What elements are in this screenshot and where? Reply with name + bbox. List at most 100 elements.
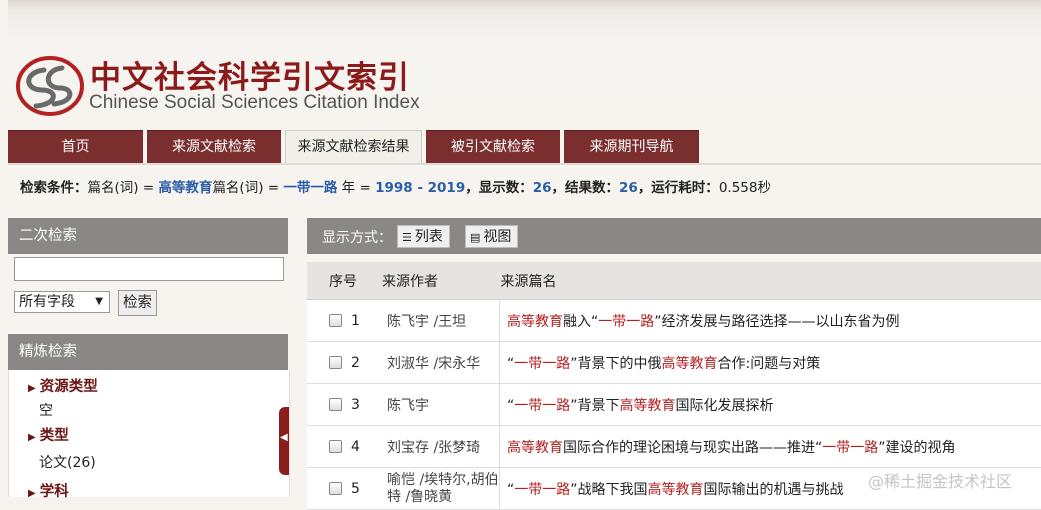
tab-source-results[interactable]: 来源文献检索结果 (285, 130, 422, 164)
grid-view-label: 视图 (483, 229, 511, 245)
table-header-row: 序号 来源作者 来源篇名 (307, 262, 1041, 300)
view-mode-bar: 显示方式： ☰列表 ▤视图 (307, 218, 1041, 254)
tab-cited-search[interactable]: 被引文献检索 (426, 130, 560, 164)
row-number: 4 (351, 439, 360, 455)
nav-underline (8, 163, 1041, 165)
runtime-label: ，运行耗时： (638, 180, 719, 196)
row-seq-cell: 2 (307, 342, 367, 384)
title-keyword: 一带一路 (822, 440, 878, 456)
table-row: 4 刘宝存 /张梦琦高等教育国际合作的理论困境与现实出路——推进“一带一路”建设的… (307, 426, 1041, 468)
row-title-link[interactable]: “一带一路”背景下高等教育国际化发展探析 (500, 384, 1041, 426)
title-text: 合作:问题与对策 (718, 356, 821, 372)
facet-label: 类型 (40, 428, 69, 444)
chevron-down-icon: ▼ (95, 292, 103, 312)
title-keyword: 高等教育 (662, 356, 718, 372)
view-mode-label: 显示方式： (322, 227, 392, 247)
row-author[interactable]: 刘宝存 /张梦琦 (367, 426, 500, 468)
table-row: 1陈飞宇 /王坦高等教育融入“一带一路”经济发展与路径选择——以山东省为例 (307, 300, 1041, 342)
title-keyword: 高等教育 (507, 440, 563, 456)
grid-view-button[interactable]: ▤视图 (465, 225, 518, 248)
row-number: 5 (351, 481, 360, 497)
row-author[interactable]: 陈飞宇 (367, 384, 500, 426)
row-checkbox[interactable] (329, 356, 342, 369)
tab-home[interactable]: 首页 (8, 130, 143, 164)
secondary-search-input[interactable] (14, 257, 284, 281)
title-text: 融入“ (563, 314, 598, 330)
conditions-field-1: 篇名(词) = (88, 180, 159, 196)
main-nav: 首页 来源文献检索 来源文献检索结果 被引文献检索 来源期刊导航 (8, 130, 703, 163)
row-author[interactable]: 陈飞宇 /王坦 (367, 300, 500, 342)
conditions-years: 1998 - 2019 (375, 180, 465, 196)
facet-discipline[interactable]: ▶ 学科 (28, 480, 69, 501)
panel-collapse-handle[interactable]: ◀ (279, 407, 289, 475)
field-select[interactable]: 所有字段 ▼ (14, 291, 110, 313)
conditions-keyword-2: 一带一路 (283, 180, 337, 196)
header-seq: 序号 (307, 262, 367, 300)
secondary-search-header: 二次检索 (8, 218, 288, 254)
row-checkbox[interactable] (329, 482, 342, 495)
title-text: 国际输出的机遇与挑战 (704, 482, 844, 498)
row-number: 3 (351, 397, 360, 413)
title-keyword: 一带一路 (598, 314, 654, 330)
conditions-year-label: 年 = (337, 180, 375, 196)
row-checkbox[interactable] (329, 398, 342, 411)
watermark: @稀土掘金技术社区 (868, 468, 1012, 492)
table-row: 2 刘淑华 /宋永华“一带一路”背景下的中俄高等教育合作:问题与对策 (307, 342, 1041, 384)
table-row: 3 陈飞宇“一带一路”背景下高等教育国际化发展探析 (307, 384, 1041, 426)
title-text: 国际合作的理论困境与现实出路——推进“ (563, 440, 822, 456)
title-keyword: 一带一路 (514, 356, 570, 372)
header-author: 来源作者 (367, 262, 500, 300)
triangle-right-icon: ▶ (28, 383, 36, 394)
row-seq-cell: 3 (307, 384, 367, 426)
triangle-right-icon: ▶ (28, 488, 36, 499)
conditions-field-2: 篇名(词) = (212, 180, 283, 196)
row-title-link[interactable]: “一带一路”背景下的中俄高等教育合作:问题与对策 (500, 342, 1041, 384)
title-text: 国际化发展探析 (676, 398, 774, 414)
field-select-value: 所有字段 (19, 294, 75, 310)
grid-list-icon: ▤ (470, 226, 480, 249)
row-seq-cell: 5 (307, 468, 367, 510)
facet-resource-type[interactable]: ▶ 资源类型 (28, 375, 98, 396)
triangle-right-icon: ▶ (28, 432, 36, 443)
tab-source-search[interactable]: 来源文献检索 (147, 130, 281, 164)
facet-value[interactable]: 空 (39, 400, 53, 420)
title-keyword: 一带一路 (514, 398, 570, 414)
title-keyword: 一带一路 (514, 482, 570, 498)
row-author[interactable]: 刘淑华 /宋永华 (367, 342, 500, 384)
row-checkbox[interactable] (329, 440, 342, 453)
facet-label: 资源类型 (40, 379, 98, 395)
list-icon: ☰ (402, 226, 412, 249)
refine-search-header: 精炼检索 (8, 334, 288, 370)
row-number: 2 (351, 355, 360, 371)
row-seq-cell: 4 (307, 426, 367, 468)
tab-journal-nav[interactable]: 来源期刊导航 (564, 130, 699, 164)
title-text: ”背景下 (570, 398, 619, 414)
conditions-keyword-1: 高等教育 (158, 180, 212, 196)
facet-type[interactable]: ▶ 类型 (28, 424, 69, 445)
title-keyword: 高等教育 (648, 482, 704, 498)
facet-value[interactable]: 论文(26) (39, 452, 96, 472)
title-keyword: 高等教育 (620, 398, 676, 414)
logo-title-en: Chinese Social Sciences Citation Index (89, 92, 420, 114)
facet-label: 学科 (40, 484, 69, 500)
list-view-button[interactable]: ☰列表 (397, 225, 450, 248)
row-title-link[interactable]: 高等教育国际合作的理论困境与现实出路——推进“一带一路”建设的视角 (500, 426, 1041, 468)
row-author[interactable]: 喻恺 /埃特尔,胡伯特 /鲁晓黄 (367, 468, 500, 510)
title-text: ”经济发展与路径选择——以山东省为例 (654, 314, 899, 330)
row-checkbox[interactable] (329, 314, 342, 327)
result-count: 26 (619, 180, 638, 196)
search-button[interactable]: 检索 (118, 290, 157, 316)
runtime-value: 0.558秒 (719, 180, 771, 196)
cssci-logo-icon (14, 50, 86, 118)
display-count-label: ，显示数： (465, 180, 533, 196)
title-text: ”战略下我国 (570, 482, 647, 498)
display-count: 26 (533, 180, 552, 196)
conditions-label: 检索条件： (20, 180, 88, 196)
search-conditions: 检索条件：篇名(词) = 高等教育篇名(词) = 一带一路 年 = 1998 -… (20, 176, 771, 196)
chevron-left-icon: ◀ (280, 432, 288, 443)
row-seq-cell: 1 (307, 300, 367, 342)
result-count-label: ，结果数： (552, 180, 620, 196)
title-keyword: 高等教育 (507, 314, 563, 330)
logo-title-cn: 中文社会科学引文索引 (90, 52, 410, 97)
row-title-link[interactable]: 高等教育融入“一带一路”经济发展与路径选择——以山东省为例 (500, 300, 1041, 342)
